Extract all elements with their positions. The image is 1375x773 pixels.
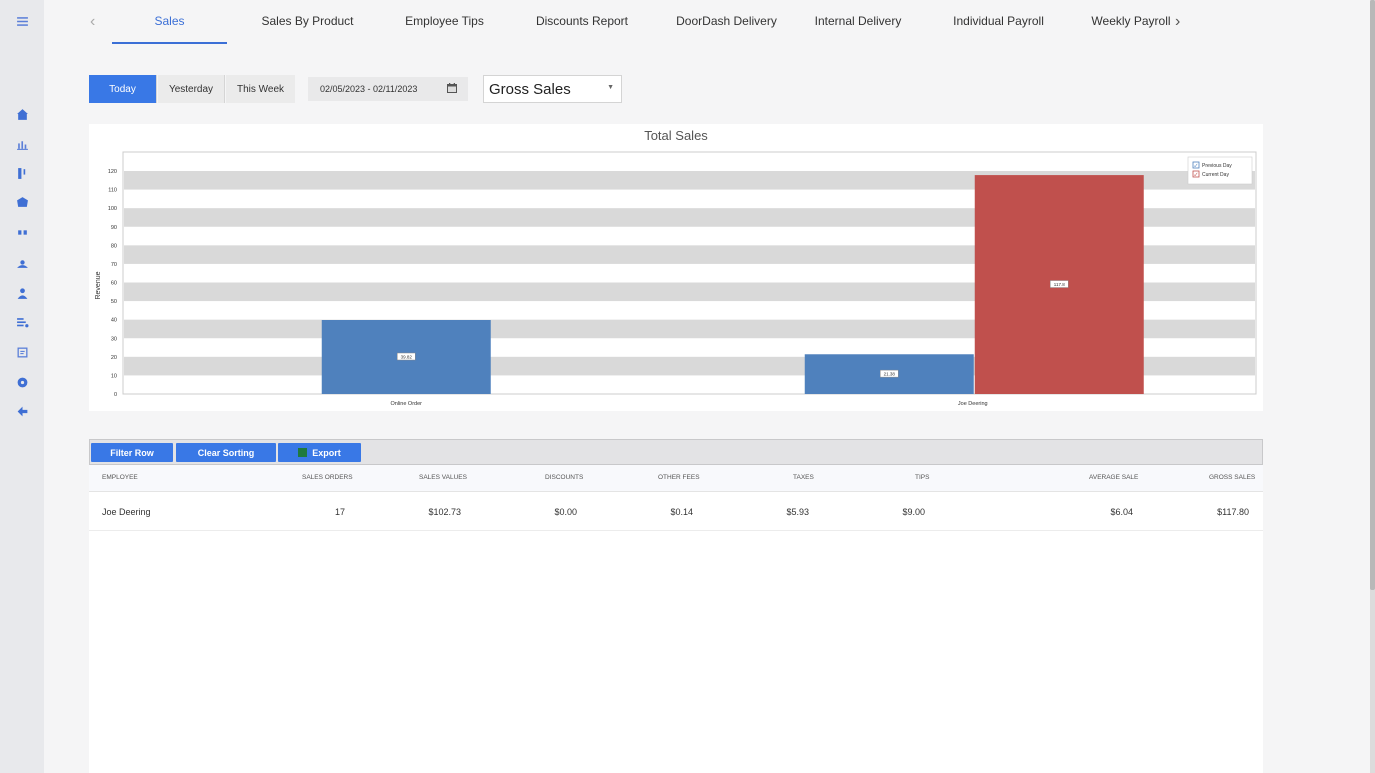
col-average-sale[interactable]: Average Sale [1089,474,1138,481]
cell-sales-orders: 17 [334,507,345,517]
tab-discounts-report[interactable]: Discounts Report [526,0,638,44]
home-icon[interactable] [12,104,32,124]
menu-icon[interactable] [12,11,32,31]
col-gross-sales[interactable]: Gross Sales [1209,474,1255,481]
tab-weekly-payroll[interactable]: Weekly Payroll [1086,0,1176,44]
export-label: Export [312,447,341,458]
settings-icon[interactable] [12,372,32,392]
user-icon[interactable] [12,283,32,303]
col-sales-orders[interactable]: Sales Orders [302,474,353,481]
tab-sales-by-product[interactable]: Sales By Product [249,0,366,44]
cell-taxes: $5.93 [786,507,809,517]
y-tick-label: 30 [111,336,117,342]
y-tick-label: 50 [111,299,117,305]
chart-canvas: 0 10 20 30 40 50 60 70 80 90 100 110 120 Revenue Onlin… [95,151,1257,407]
col-taxes[interactable]: Taxes [793,474,814,481]
sales-grid: Employee Sales Orders Sales Values Disco… [89,465,1263,773]
legend [1187,156,1253,185]
data-label: 39.82 [401,355,413,360]
cell-average-sale: $6.04 [1110,507,1133,517]
grid-header: Employee Sales Orders Sales Values Disco… [89,465,1263,492]
clear-sorting-button[interactable]: Clear Sorting [176,443,276,462]
hexagon-icon[interactable] [12,192,32,212]
col-sales-values[interactable]: Sales Values [419,474,467,481]
check-icon: ✓ [1194,163,1199,170]
col-employee[interactable]: Employee [102,474,138,481]
tab-doordash-delivery[interactable]: DoorDash Delivery [666,0,787,44]
y-tick-label: 40 [111,318,117,324]
document-icon[interactable] [12,342,32,362]
y-tick-label: 70 [111,262,117,268]
flag-icon[interactable] [12,163,32,183]
users-icon[interactable] [12,253,32,273]
y-tick-label: 120 [108,169,117,175]
today-button[interactable]: Today [89,75,157,103]
col-tips[interactable]: Tips [915,474,929,481]
y-tick-label: 60 [111,281,117,287]
tab-employee-tips[interactable]: Employee Tips [389,0,500,44]
excel-icon [298,448,308,457]
x-tick-label: Online Order [391,401,423,407]
y-tick-label: 0 [114,392,117,398]
legend-label: Previous Day [1202,163,1232,169]
col-discounts[interactable]: Discounts [545,474,583,481]
cell-tips: $9.00 [902,507,925,517]
grid-toolbar: Filter Row Clear Sorting Export [89,439,1263,465]
metric-select[interactable]: Gross Sales ▼ [483,75,622,103]
tab-internal-delivery[interactable]: Internal Delivery [806,0,910,44]
cell-other-fees: $0.14 [670,507,693,517]
y-tick-label: 110 [108,188,117,194]
y-axis-label: Revenue [95,271,102,299]
y-tick-label: 100 [108,206,117,212]
cell-sales-values: $102.73 [428,507,461,517]
report-tabs: ‹ Sales Sales By Product Employee Tips D… [44,0,1194,44]
date-range-picker[interactable]: 02/05/2023 - 02/11/2023 [308,77,468,101]
chevron-down-icon: ▼ [607,84,614,91]
x-tick-label: Joe Deering [958,401,988,407]
y-tick-label: 80 [111,243,117,249]
filter-row-button[interactable]: Filter Row [91,443,173,462]
tab-individual-payroll[interactable]: Individual Payroll [940,0,1057,44]
export-button[interactable]: Export [278,443,361,462]
list-icon[interactable] [12,312,32,332]
legend-label: Current Day [1202,172,1229,178]
data-label: 117.8 [1054,282,1065,287]
table-row[interactable]: Joe Deering 17 $102.73 $0.00 $0.14 $5.93… [89,492,1263,531]
y-tick-label: 10 [111,373,117,379]
cell-gross-sales: $117.80 [1217,507,1249,517]
cell-employee: Joe Deering [102,507,151,517]
bar-chart-icon[interactable] [12,134,32,154]
this-week-button[interactable]: This Week [226,75,295,103]
tab-sales[interactable]: Sales [112,0,227,44]
col-other-fees[interactable]: Other Fees [658,474,700,481]
back-arrow-icon[interactable] [12,401,32,421]
check-icon: ✓ [1194,172,1199,179]
date-range-value: 02/05/2023 - 02/11/2023 [320,84,418,94]
tabs-next-icon[interactable]: › [1175,0,1180,44]
total-sales-chart: Total Sales 0 10 20 30 40 50 60 70 80 90 100 110 120… [89,124,1263,411]
data-label: 21.38 [884,372,896,377]
scrollbar-thumb[interactable] [1370,0,1375,590]
calendar-icon [447,83,457,93]
y-tick-label: 20 [111,355,117,361]
y-tick-label: 90 [111,225,117,231]
sidebar [0,0,44,773]
metric-select-value: Gross Sales [489,80,571,98]
tabs-prev-icon[interactable]: ‹ [90,0,95,44]
yesterday-button[interactable]: Yesterday [158,75,225,103]
cell-discounts: $0.00 [554,507,577,517]
grid-icon[interactable] [12,222,32,242]
